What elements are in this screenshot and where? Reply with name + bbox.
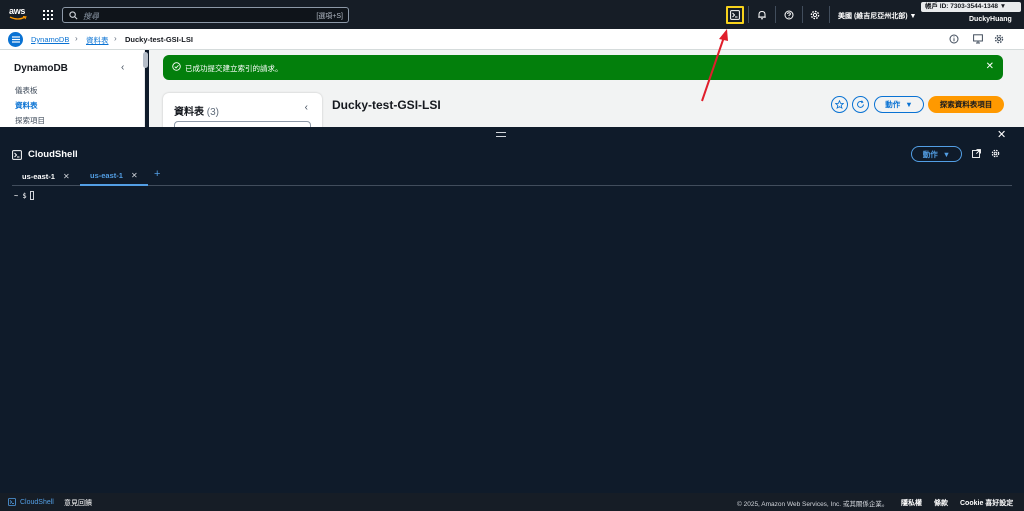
cloudshell-button[interactable] bbox=[726, 6, 744, 24]
cloudshell-actions-label: 動作 bbox=[922, 149, 938, 159]
tab-us-east-1-active[interactable]: us-east-1 ✕ bbox=[80, 166, 148, 186]
tab-label: us-east-1 bbox=[22, 171, 55, 181]
footer-cloudshell-label: CloudShell bbox=[20, 498, 54, 506]
prompt-text: ~ $ bbox=[14, 191, 27, 200]
search-input[interactable]: 搜尋 [選項+S] bbox=[62, 7, 349, 23]
success-flash-banner: 已成功提交建立索引的請求。 ✕ bbox=[163, 55, 1003, 80]
caret-down-icon: ▼ bbox=[905, 100, 913, 109]
top-navigation: aws 搜尋 [選項+S] 美國 (維吉尼亞州北部) ▼ 帳戶 ID: 7303… bbox=[0, 0, 1024, 29]
gear-icon[interactable] bbox=[991, 149, 1000, 158]
cloudshell-header: CloudShell bbox=[12, 149, 78, 160]
nav-divider bbox=[775, 6, 776, 23]
explore-table-items-button[interactable]: 探索資料表項目 bbox=[928, 96, 1004, 113]
gear-icon bbox=[810, 10, 820, 20]
footer: CloudShell 意見回饋 © 2025, Amazon Web Servi… bbox=[0, 493, 1024, 511]
side-navigation: DynamoDB ‹ 儀表板 資料表 探索項目 bbox=[0, 50, 145, 127]
info-icon[interactable] bbox=[949, 34, 959, 44]
terminal-cursor bbox=[29, 191, 34, 200]
caret-down-icon: ▼ bbox=[942, 149, 951, 159]
cloudshell-title: CloudShell bbox=[28, 149, 78, 160]
nav-divider bbox=[748, 6, 749, 23]
aws-logo-text: aws bbox=[9, 6, 26, 16]
sidebar-item-dashboard[interactable]: 儀表板 bbox=[15, 85, 38, 96]
tab-us-east-1[interactable]: us-east-1 ✕ bbox=[12, 166, 80, 186]
breadcrumb-current: Ducky-test-GSI-LSI bbox=[125, 35, 193, 44]
account-badge[interactable]: 帳戶 ID: 7303-3544-1348 ▼ bbox=[921, 2, 1021, 12]
tables-panel-title: 資料表 (3) bbox=[174, 107, 220, 118]
aws-logo[interactable]: aws bbox=[9, 5, 29, 23]
region-selector[interactable]: 美國 (維吉尼亞州北部) ▼ bbox=[838, 11, 916, 21]
chevron-right-icon: › bbox=[75, 34, 78, 43]
tables-count: (3) bbox=[206, 107, 220, 118]
favorite-button[interactable] bbox=[831, 96, 848, 113]
actions-dropdown-button[interactable]: 動作 ▼ bbox=[874, 96, 924, 113]
flash-message: 已成功提交建立索引的請求。 bbox=[185, 64, 283, 73]
open-new-tab-icon[interactable] bbox=[972, 149, 981, 158]
cloudshell-icon bbox=[730, 10, 740, 20]
aws-smile-icon bbox=[9, 16, 27, 20]
footer-terms-link[interactable]: 條款 bbox=[934, 498, 948, 508]
page-title: Ducky-test-GSI-LSI bbox=[332, 98, 441, 112]
close-icon[interactable]: ✕ bbox=[986, 61, 994, 72]
menu-icon bbox=[11, 36, 20, 43]
footer-privacy-link[interactable]: 隱私權 bbox=[901, 498, 922, 508]
footer-cookie-link[interactable]: Cookie 喜好設定 bbox=[960, 498, 1013, 508]
cloudshell-actions-button[interactable]: 動作 ▼ bbox=[911, 146, 962, 162]
breadcrumb-tables[interactable]: 資料表 bbox=[86, 35, 109, 46]
search-shortcut: [選項+S] bbox=[316, 13, 343, 20]
nav-divider bbox=[802, 6, 803, 23]
settings-button[interactable] bbox=[806, 6, 824, 24]
sidenav-scrollbar[interactable] bbox=[143, 52, 148, 68]
close-tab-icon[interactable]: ✕ bbox=[131, 171, 138, 180]
sidenav-title: DynamoDB bbox=[14, 63, 68, 74]
feedback-icon[interactable] bbox=[973, 34, 983, 44]
chevron-right-icon: › bbox=[114, 34, 117, 43]
breadcrumb-bar: DynamoDB › 資料表 › Ducky-test-GSI-LSI bbox=[0, 29, 1024, 50]
search-placeholder: 搜尋 bbox=[83, 12, 99, 21]
nav-divider bbox=[829, 6, 830, 23]
close-cloudshell-icon[interactable]: ✕ bbox=[997, 128, 1006, 141]
refresh-icon bbox=[857, 100, 864, 108]
footer-copyright: © 2025, Amazon Web Services, Inc. 或其關係企業… bbox=[737, 501, 889, 508]
footer-feedback-link[interactable]: 意見回饋 bbox=[64, 498, 92, 508]
refresh-button[interactable] bbox=[852, 96, 869, 113]
actions-label: 動作 bbox=[885, 100, 901, 109]
breadcrumb-dynamodb[interactable]: DynamoDB bbox=[31, 35, 69, 44]
help-icon bbox=[784, 10, 794, 20]
search-icon bbox=[69, 11, 78, 20]
notifications-button[interactable] bbox=[753, 6, 771, 24]
gear-icon[interactable] bbox=[994, 34, 1004, 44]
close-tab-icon[interactable]: ✕ bbox=[63, 172, 70, 181]
cloudshell-icon bbox=[8, 498, 16, 506]
sidebar-item-tables[interactable]: 資料表 bbox=[15, 100, 38, 111]
sidebar-item-explore-items[interactable]: 探索項目 bbox=[15, 115, 45, 126]
services-grid-icon[interactable] bbox=[43, 10, 53, 20]
collapse-panel-icon[interactable]: ‹ bbox=[305, 102, 308, 113]
cloudshell-icon bbox=[12, 149, 22, 160]
collapse-nav-icon[interactable]: ‹ bbox=[121, 62, 124, 73]
bell-icon bbox=[758, 10, 766, 20]
cloudshell-panel: ✕ CloudShell 動作 ▼ us-east-1 ✕ us-east-1 … bbox=[0, 127, 1024, 493]
footer-cloudshell-link[interactable]: CloudShell bbox=[8, 498, 54, 506]
star-icon bbox=[835, 100, 844, 109]
resize-handle-icon[interactable] bbox=[496, 132, 506, 137]
success-check-icon bbox=[172, 62, 181, 71]
cloudshell-tabs: us-east-1 ✕ us-east-1 ✕ + bbox=[12, 166, 1012, 186]
help-button[interactable] bbox=[780, 6, 798, 24]
terminal-prompt[interactable]: ~ $ bbox=[14, 191, 34, 200]
user-menu[interactable]: DuckyHuang bbox=[969, 16, 1012, 23]
tab-label: us-east-1 bbox=[90, 170, 123, 180]
add-tab-icon[interactable]: + bbox=[154, 168, 160, 180]
side-menu-button[interactable] bbox=[8, 32, 23, 47]
